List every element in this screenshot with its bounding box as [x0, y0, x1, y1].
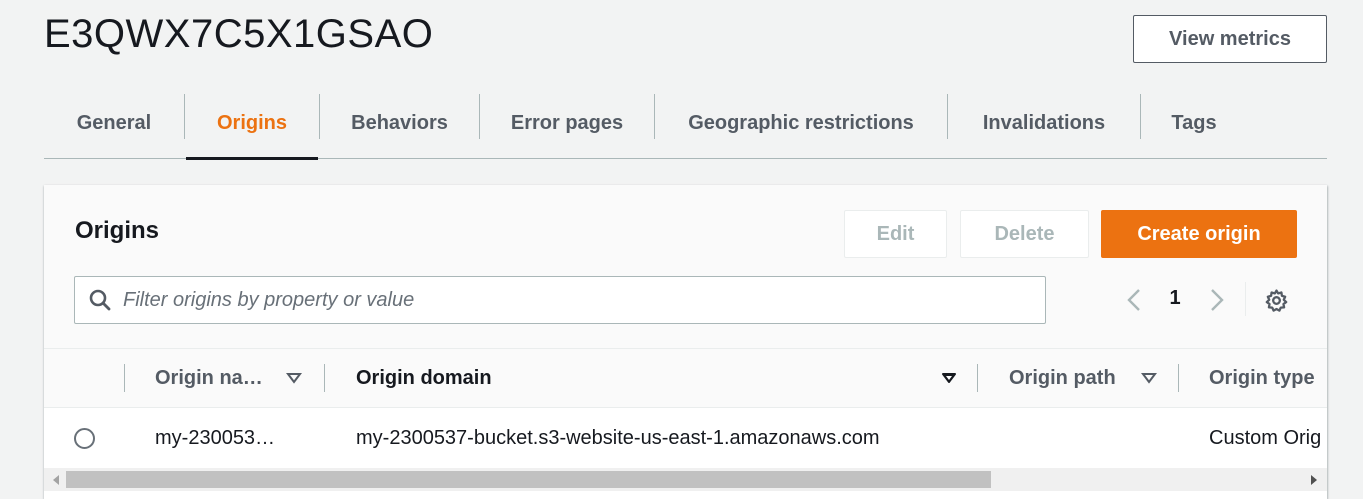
tab-error-pages[interactable]: Error pages — [480, 88, 654, 159]
delete-button[interactable]: Delete — [960, 210, 1089, 258]
distribution-id-title: E3QWX7C5X1GSAO — [44, 12, 434, 56]
column-divider — [977, 364, 978, 392]
view-metrics-button[interactable]: View metrics — [1133, 15, 1327, 63]
tab-geographic-restrictions[interactable]: Geographic restrictions — [655, 88, 947, 159]
tab-general[interactable]: General — [44, 88, 184, 159]
origins-panel-title: Origins — [75, 217, 160, 244]
edit-button[interactable]: Edit — [844, 210, 947, 258]
origins-panel: Origins Edit Delete Create origin 1 — [44, 185, 1327, 499]
horizontal-scrollbar[interactable] — [44, 468, 1327, 491]
column-header-origin-path[interactable]: Origin path — [1009, 349, 1116, 407]
cell-origin-name: my-230053… — [155, 426, 276, 449]
search-icon — [89, 289, 111, 311]
sort-caret-down-icon[interactable] — [286, 371, 302, 385]
scrollbar-thumb[interactable] — [66, 471, 991, 488]
current-page-number[interactable]: 1 — [1168, 287, 1182, 311]
cell-origin-path — [1009, 408, 1169, 468]
tab-bar: General Origins Behaviors Error pages Ge… — [44, 88, 1327, 160]
column-header-origin-domain[interactable]: Origin domain — [356, 349, 492, 407]
table-row[interactable]: my-230053… my-2300537-bucket.s3-website-… — [44, 408, 1327, 468]
gear-icon[interactable] — [1264, 288, 1289, 313]
scroll-right-arrow-icon[interactable] — [1309, 474, 1319, 486]
chevron-right-icon[interactable] — [1209, 288, 1225, 312]
column-header-origin-type[interactable]: Origin type — [1209, 349, 1315, 407]
pager-divider — [1245, 282, 1246, 316]
tab-invalidations[interactable]: Invalidations — [948, 88, 1140, 159]
chevron-left-icon[interactable] — [1126, 288, 1142, 312]
sort-caret-down-icon[interactable] — [1141, 371, 1157, 385]
column-divider — [124, 364, 125, 392]
tab-tags[interactable]: Tags — [1141, 88, 1247, 159]
filter-search-box — [74, 276, 1046, 324]
tab-behaviors[interactable]: Behaviors — [320, 88, 479, 159]
origins-panel-header: Origins Edit Delete Create origin 1 — [44, 185, 1327, 348]
sort-caret-down-icon[interactable] — [941, 371, 957, 385]
distribution-page: E3QWX7C5X1GSAO View metrics General Orig… — [0, 0, 1363, 499]
cell-origin-type: Custom Orig — [1209, 426, 1322, 449]
column-header-origin-name[interactable]: Origin na… — [155, 349, 263, 407]
column-divider — [324, 364, 325, 392]
column-divider — [1178, 364, 1179, 392]
tab-divider — [184, 94, 185, 139]
create-origin-button[interactable]: Create origin — [1101, 210, 1297, 258]
tab-origins[interactable]: Origins — [186, 88, 318, 160]
filter-origins-input[interactable] — [123, 277, 1023, 323]
scroll-left-arrow-icon[interactable] — [51, 474, 61, 486]
radio-button-icon[interactable] — [74, 428, 95, 449]
cell-origin-domain: my-2300537-bucket.s3-website-us-east-1.a… — [356, 426, 880, 449]
table-header-row: Origin na… Origin domain Origin path Ori… — [44, 348, 1327, 408]
